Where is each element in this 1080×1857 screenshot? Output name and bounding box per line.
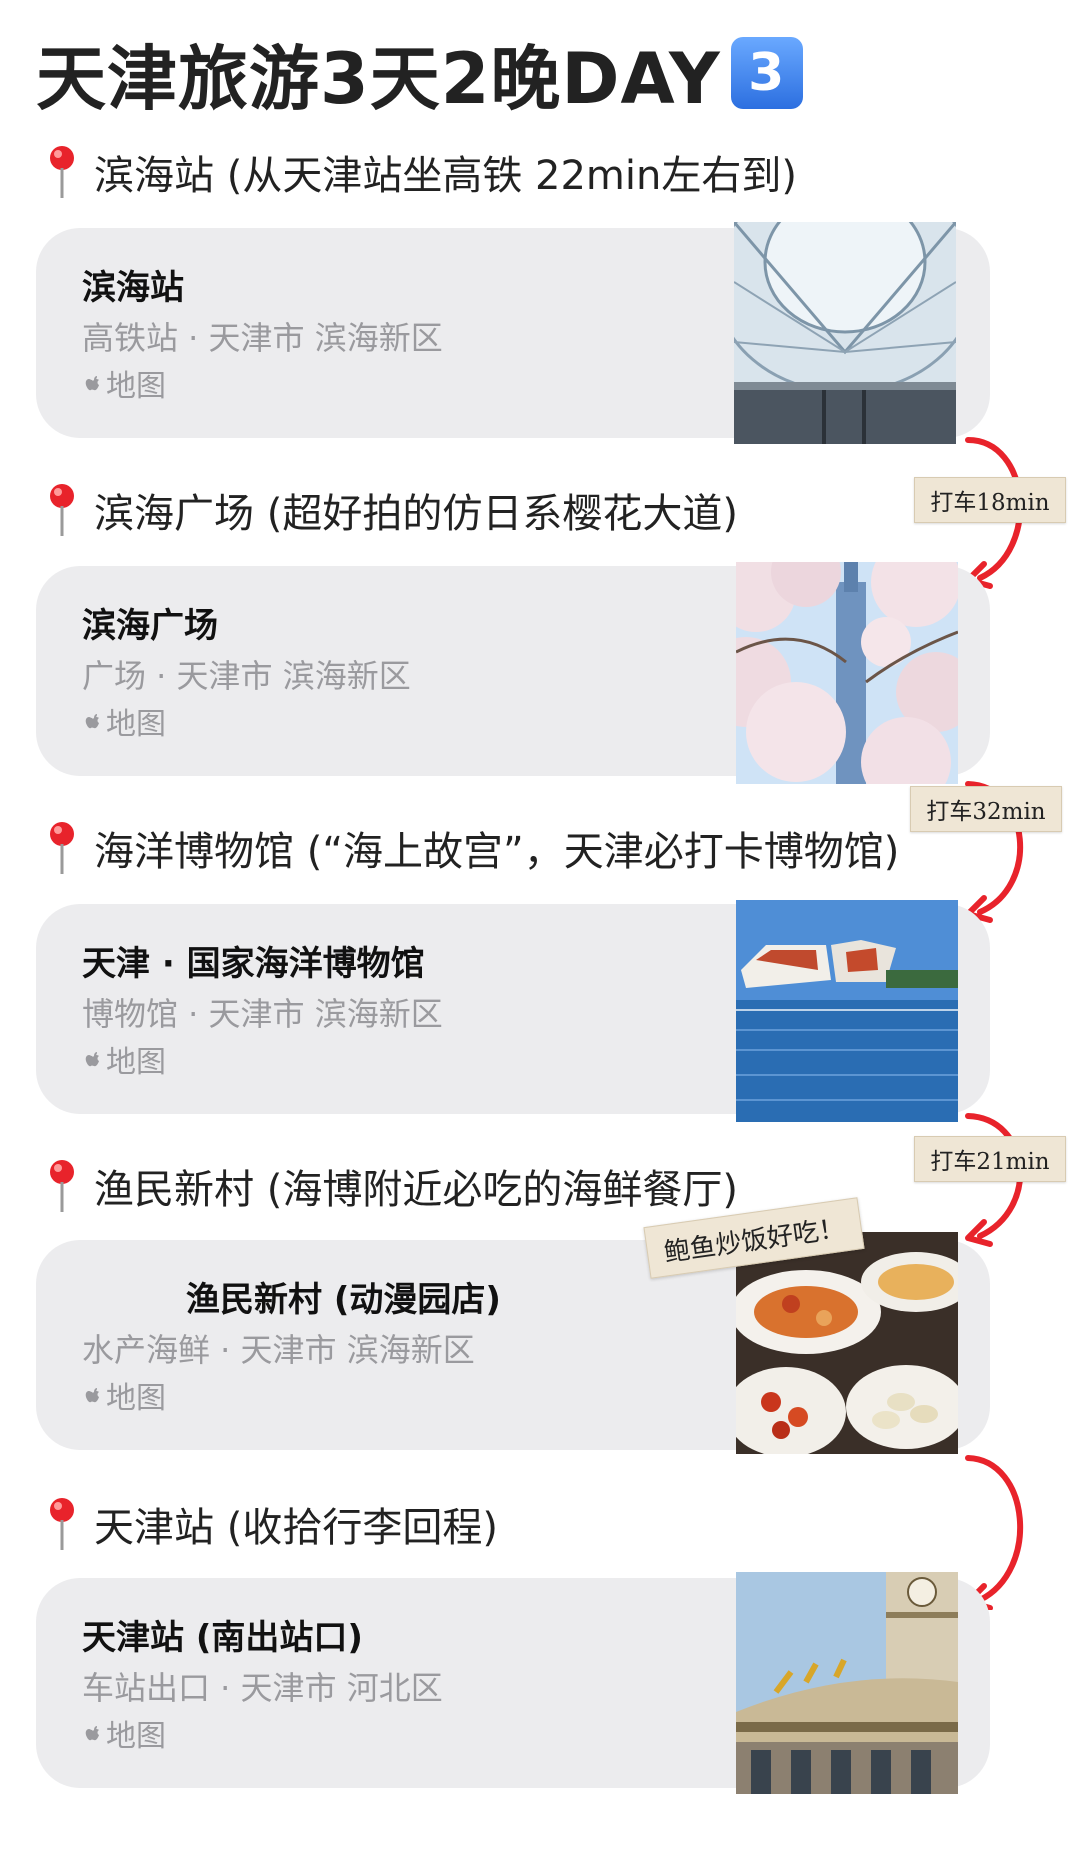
photo-tianjin-station xyxy=(736,1572,958,1794)
apple-maps-link[interactable]: 地图 xyxy=(82,702,411,748)
map-label: 地图 xyxy=(106,1719,166,1754)
apple-logo-icon xyxy=(85,376,99,391)
page-title-text: 天津旅游3天2晚DAY xyxy=(36,37,721,120)
place-name: 天津站 (南出站口) xyxy=(82,1618,363,1658)
map-pin-icon xyxy=(50,822,74,874)
apple-maps-link[interactable]: 地图 xyxy=(82,1714,443,1760)
place-name: 天津 · 国家海洋博物馆 xyxy=(82,944,425,984)
page-title: 天津旅游3天2晚DAY 3 xyxy=(36,28,803,120)
photo-maritime-museum xyxy=(736,900,958,1122)
taxi-time-tag-2: 打车32min xyxy=(910,786,1062,832)
stop-heading-2: 滨海广场 (超好拍的仿日系樱花大道) xyxy=(44,480,738,540)
stop-heading-5: 天津站 (收拾行李回程) xyxy=(44,1494,498,1554)
place-category-location: 水产海鲜 · 天津市 滨海新区 xyxy=(82,1331,475,1369)
apple-logo-icon xyxy=(85,714,99,729)
apple-logo-icon xyxy=(85,1052,99,1067)
photo-seafood-dishes xyxy=(736,1232,958,1454)
map-pin-icon xyxy=(50,1160,74,1212)
map-label: 地图 xyxy=(106,1045,166,1080)
apple-maps-link[interactable]: 地图 xyxy=(82,364,443,410)
stop-heading-text: 渔民新村 (海博附近必吃的海鲜餐厅) xyxy=(94,1167,738,1213)
route-arrow-4 xyxy=(965,1455,1024,1610)
apple-maps-link[interactable]: 地图 xyxy=(82,1376,501,1422)
day-number-badge: 3 xyxy=(730,37,803,109)
taxi-time-tag-1: 打车18min xyxy=(914,477,1066,523)
map-label: 地图 xyxy=(106,707,166,742)
photo-cherry-blossom-plaza xyxy=(736,562,958,784)
stop-heading-text: 滨海站 (从天津站坐高铁 22min左右到) xyxy=(94,153,797,199)
map-pin-icon xyxy=(50,484,74,536)
map-label: 地图 xyxy=(106,1381,166,1416)
stop-heading-1: 滨海站 (从天津站坐高铁 22min左右到) xyxy=(44,142,797,202)
place-category-location: 广场 · 天津市 滨海新区 xyxy=(82,657,411,695)
apple-logo-icon xyxy=(85,1388,99,1403)
map-label: 地图 xyxy=(106,369,166,404)
place-category-location: 高铁站 · 天津市 滨海新区 xyxy=(82,319,443,357)
place-name: 滨海站 xyxy=(82,268,184,308)
place-name: 滨海广场 xyxy=(82,606,218,646)
apple-logo-icon xyxy=(85,1726,99,1741)
map-pin-icon xyxy=(50,146,74,198)
stop-heading-text: 滨海广场 (超好拍的仿日系樱花大道) xyxy=(94,491,738,537)
photo-binhai-station xyxy=(734,222,956,444)
stop-heading-3: 海洋博物馆 (“海上故宫”，天津必打卡博物馆) xyxy=(44,818,899,878)
taxi-time-tag-3: 打车21min xyxy=(914,1136,1066,1182)
map-pin-icon xyxy=(50,1498,74,1550)
apple-maps-link[interactable]: 地图 xyxy=(82,1040,443,1086)
stop-heading-4: 渔民新村 (海博附近必吃的海鲜餐厅) xyxy=(44,1156,738,1216)
place-name: 渔民新村 (动漫园店) xyxy=(186,1280,501,1320)
place-category-location: 博物馆 · 天津市 滨海新区 xyxy=(82,995,443,1033)
stop-heading-text: 天津站 (收拾行李回程) xyxy=(94,1505,498,1551)
stop-heading-text: 海洋博物馆 (“海上故宫”，天津必打卡博物馆) xyxy=(94,829,900,875)
place-category-location: 车站出口 · 天津市 河北区 xyxy=(82,1669,443,1707)
